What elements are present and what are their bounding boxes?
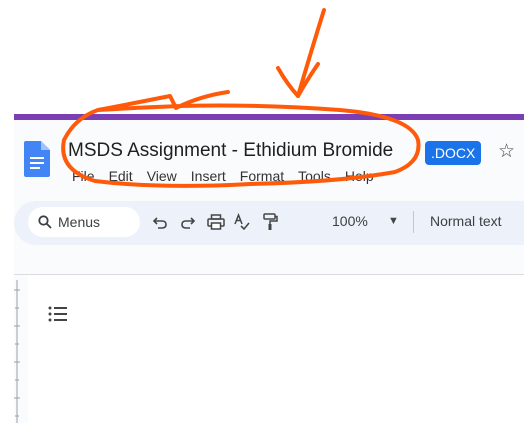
menu-bar: File Edit View Insert Format Tools Help	[72, 168, 374, 184]
docx-format-badge: .DOCX	[425, 141, 482, 165]
paragraph-style-select[interactable]: Normal text	[430, 213, 502, 229]
menu-file[interactable]: File	[72, 168, 95, 184]
menu-help[interactable]: Help	[345, 168, 374, 184]
search-menus-button[interactable]: Menus	[28, 207, 140, 237]
menu-tools[interactable]: Tools	[298, 168, 331, 184]
outline-icon[interactable]	[48, 306, 68, 322]
document-page[interactable]	[28, 275, 524, 423]
paint-format-button[interactable]	[260, 212, 280, 232]
print-button[interactable]	[206, 212, 226, 232]
undo-icon	[152, 217, 167, 229]
undo-button[interactable]	[150, 212, 170, 232]
menu-insert[interactable]: Insert	[191, 168, 226, 184]
print-icon	[207, 214, 225, 230]
search-menus-label: Menus	[58, 214, 101, 230]
menu-edit[interactable]: Edit	[109, 168, 133, 184]
star-icon[interactable]: ☆	[498, 140, 515, 163]
annotation-arrow-shaft	[296, 8, 326, 98]
annotation-arrow-head	[276, 62, 320, 98]
search-icon	[38, 215, 52, 229]
menu-format[interactable]: Format	[240, 168, 284, 184]
paint-format-icon	[263, 213, 278, 230]
vertical-ruler	[14, 280, 20, 423]
menu-view[interactable]: View	[147, 168, 177, 184]
document-title[interactable]: MSDS Assignment - Ethidium Bromide	[68, 140, 393, 162]
docs-icon[interactable]	[24, 141, 50, 177]
spellcheck-button[interactable]	[232, 212, 252, 232]
chevron-down-icon[interactable]: ▼	[388, 215, 399, 227]
toolbar-divider	[413, 211, 414, 233]
zoom-select[interactable]: 100%	[332, 213, 368, 229]
redo-icon	[181, 217, 196, 229]
redo-button[interactable]	[178, 212, 198, 232]
spellcheck-icon	[234, 213, 250, 231]
